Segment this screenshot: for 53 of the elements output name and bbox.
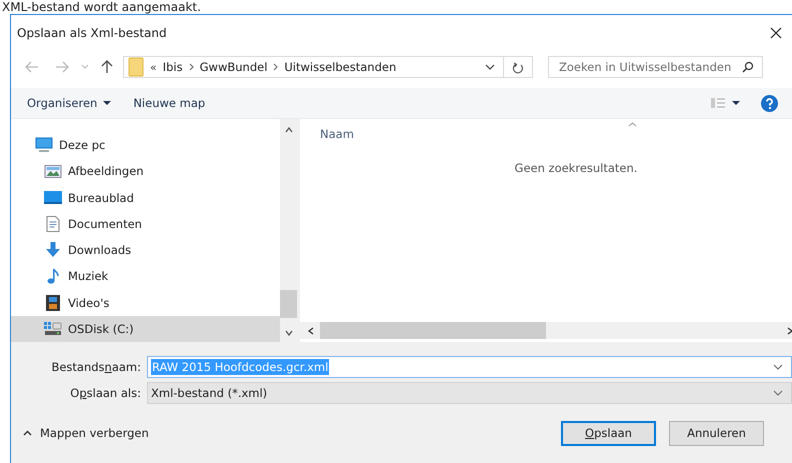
download-arrow-icon	[44, 242, 62, 258]
sidebar-item[interactable]: Deze pc	[11, 132, 280, 158]
organize-menu-button[interactable]: Organiseren	[19, 92, 120, 114]
folder-icon	[128, 57, 144, 77]
desktop-icon	[44, 191, 62, 204]
dropdown-caret-icon	[773, 390, 783, 396]
scroll-down-icon[interactable]	[284, 330, 292, 336]
hide-folders-button[interactable]: Mappen verbergen	[23, 424, 149, 442]
sidebar-item[interactable]: Video's	[11, 290, 280, 316]
cancel-button[interactable]: Annuleren	[669, 420, 764, 446]
overflow-chevron[interactable]: «	[150, 60, 157, 74]
sidebar-item[interactable]: Muziek	[11, 263, 280, 290]
breadcrumb[interactable]: GwwBundel	[200, 60, 268, 74]
scrollbar-thumb[interactable]	[280, 290, 297, 318]
separator-icon	[273, 63, 278, 71]
scrollbar-thumb[interactable]	[320, 322, 546, 339]
empty-message: Geen zoekresultaten.	[514, 161, 638, 175]
drive-icon	[44, 322, 62, 336]
image-icon	[44, 164, 62, 178]
separator-icon	[188, 63, 194, 71]
dropdown-caret-icon	[773, 364, 783, 370]
filename-label: Bestandsnaam:	[50, 360, 142, 374]
sidebar-item[interactable]: Afbeeldingen	[11, 158, 280, 184]
dropdown-caret-icon[interactable]	[485, 64, 495, 70]
save-button[interactable]: Opslaan	[561, 420, 656, 446]
close-icon[interactable]	[770, 27, 782, 39]
refresh-icon[interactable]	[512, 60, 524, 74]
film-icon	[44, 294, 62, 311]
sidebar-item[interactable]: Documenten	[11, 210, 280, 237]
view-options-icon[interactable]	[711, 98, 741, 108]
sidebar-item[interactable]: Downloads	[11, 237, 280, 264]
caption-text: XML-bestand wordt aangemaakt.	[1, 0, 201, 14]
new-folder-button[interactable]: Nieuwe map	[125, 92, 214, 114]
help-icon[interactable]	[761, 94, 778, 112]
scroll-left-icon[interactable]	[308, 326, 314, 334]
sort-caret-icon	[628, 122, 637, 127]
chevron-up-icon	[23, 430, 32, 436]
address-bar[interactable]: « Ibis GwwBundel Uitwisselbestanden	[123, 56, 533, 78]
file-type-dropdown[interactable]: Xml-bestand (*.xml)	[147, 382, 792, 404]
file-type-label: Opslaan als:	[69, 386, 142, 400]
up-icon[interactable]	[101, 60, 113, 74]
sidebar-item[interactable]: OSDisk (C:)	[11, 316, 280, 342]
search-icon	[742, 61, 754, 73]
computer-icon	[35, 137, 53, 154]
breadcrumb[interactable]: Uitwisselbestanden	[284, 60, 396, 74]
sidebar-item[interactable]: Bureaublad	[11, 184, 280, 211]
column-header[interactable]: Naam	[320, 127, 354, 141]
document-icon	[44, 216, 62, 232]
scroll-up-icon[interactable]	[284, 127, 292, 133]
window-title: Opslaan als Xml-bestand	[17, 26, 168, 40]
breadcrumb[interactable]: Ibis	[162, 60, 183, 74]
scroll-right-icon[interactable]	[787, 326, 792, 334]
search-field[interactable]: Zoeken in Uitwisselbestanden	[548, 56, 763, 78]
